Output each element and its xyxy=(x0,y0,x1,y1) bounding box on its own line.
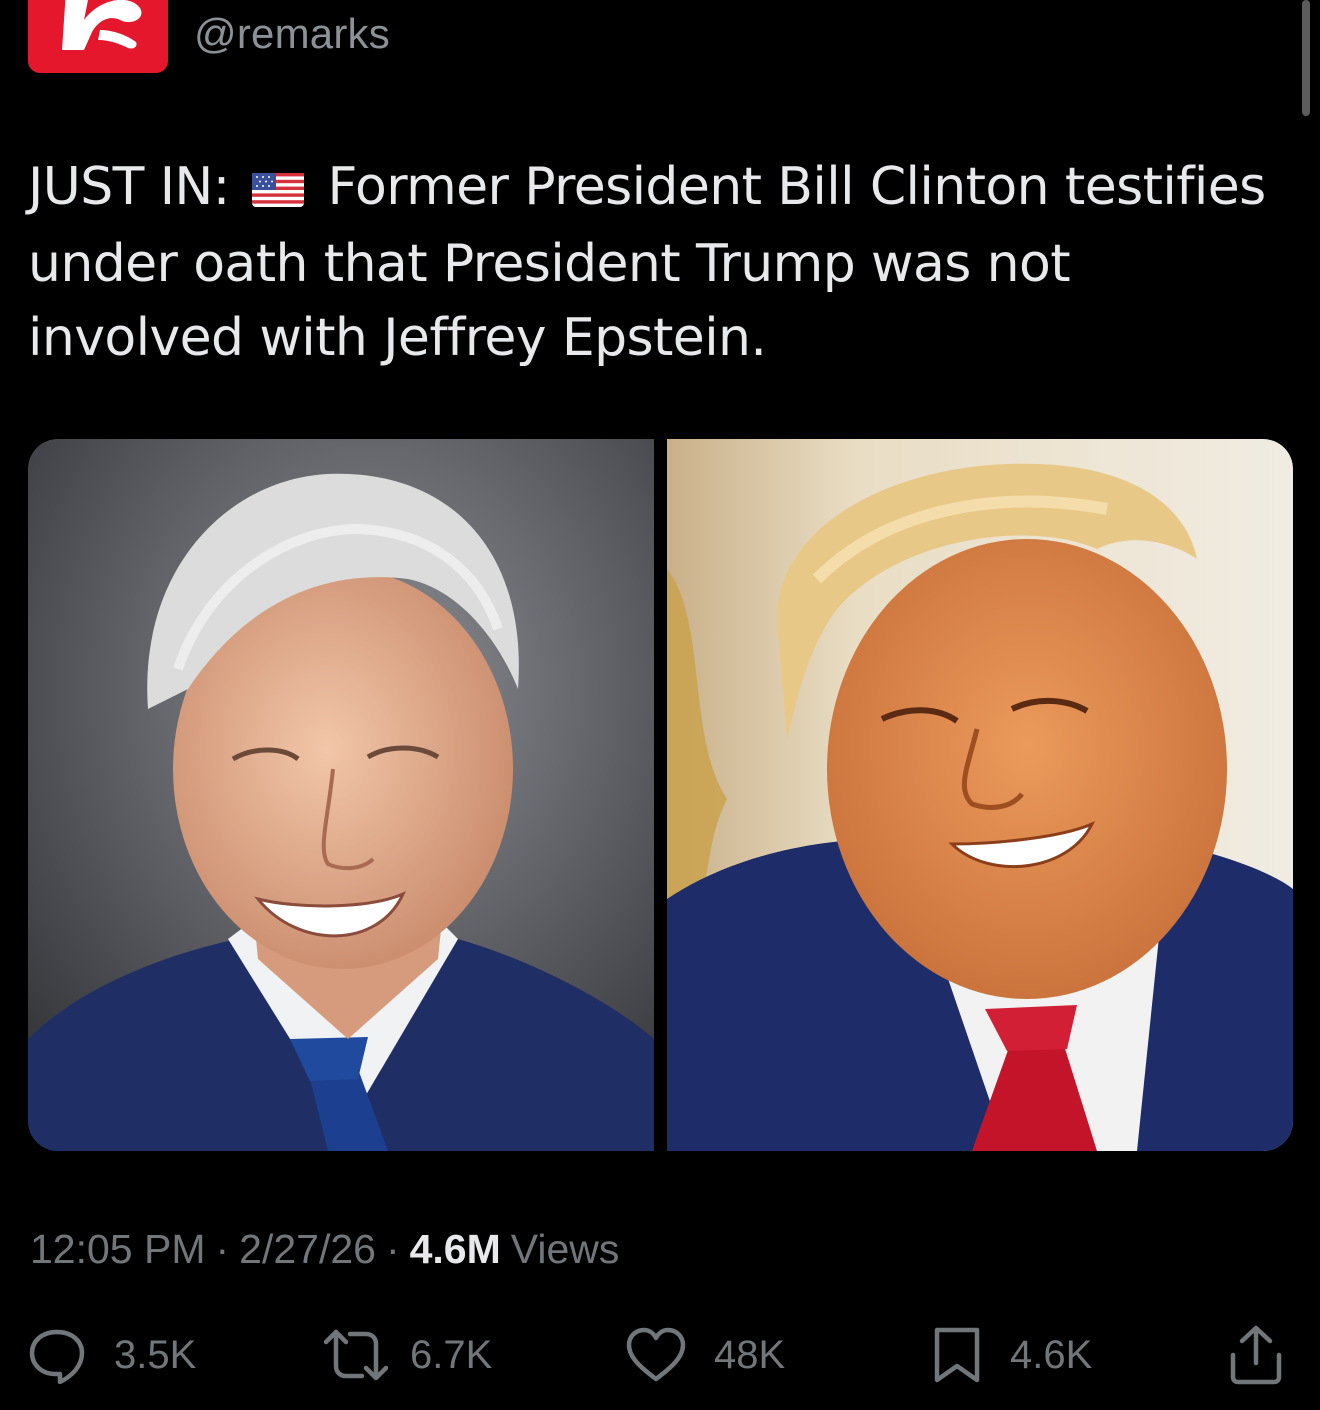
meta-separator: · xyxy=(215,1226,230,1272)
like-icon xyxy=(626,1327,686,1382)
like-count: 48K xyxy=(714,1332,786,1377)
clinton-portrait-image[interactable] xyxy=(28,439,654,1151)
views-label: Views xyxy=(510,1226,620,1272)
tweet-text-prefix: JUST IN: xyxy=(28,157,230,217)
views-count[interactable]: 4.6M xyxy=(410,1226,501,1272)
bookmark-button[interactable]: 4.6K xyxy=(932,1322,1092,1388)
repost-count: 6.7K xyxy=(410,1332,493,1377)
trump-portrait-image[interactable] xyxy=(667,439,1293,1151)
share-icon xyxy=(1230,1325,1282,1385)
share-button[interactable] xyxy=(1228,1322,1284,1388)
tweet-date[interactable]: 2/27/26 xyxy=(239,1226,376,1272)
tweet-text: JUST IN: Former President Bill Clinton t… xyxy=(28,150,1278,375)
account-handle[interactable]: @remarks xyxy=(194,10,390,58)
tweet-time[interactable]: 12:05 PM xyxy=(30,1226,206,1272)
bookmark-count: 4.6K xyxy=(1010,1332,1093,1377)
reply-icon xyxy=(29,1329,85,1384)
bookmark-icon xyxy=(934,1327,980,1383)
tweet-media-grid xyxy=(28,439,1293,1151)
tweet-actions: 3.5K 6.7K 48K 4.6K xyxy=(28,1322,1288,1392)
tweet-meta: 12:05 PM · 2/27/26 · 4.6M Views xyxy=(30,1226,619,1273)
reply-button[interactable]: 3.5K xyxy=(28,1322,196,1388)
repost-icon xyxy=(324,1329,388,1381)
reply-count: 3.5K xyxy=(114,1332,197,1377)
tweet-header: @remarks xyxy=(28,0,390,75)
like-button[interactable]: 48K xyxy=(626,1322,785,1388)
scrollbar[interactable] xyxy=(1302,0,1310,116)
us-flag-icon xyxy=(251,153,304,227)
meta-separator: · xyxy=(385,1226,400,1272)
repost-button[interactable]: 6.7K xyxy=(324,1322,492,1388)
account-avatar-logo[interactable] xyxy=(28,0,168,73)
